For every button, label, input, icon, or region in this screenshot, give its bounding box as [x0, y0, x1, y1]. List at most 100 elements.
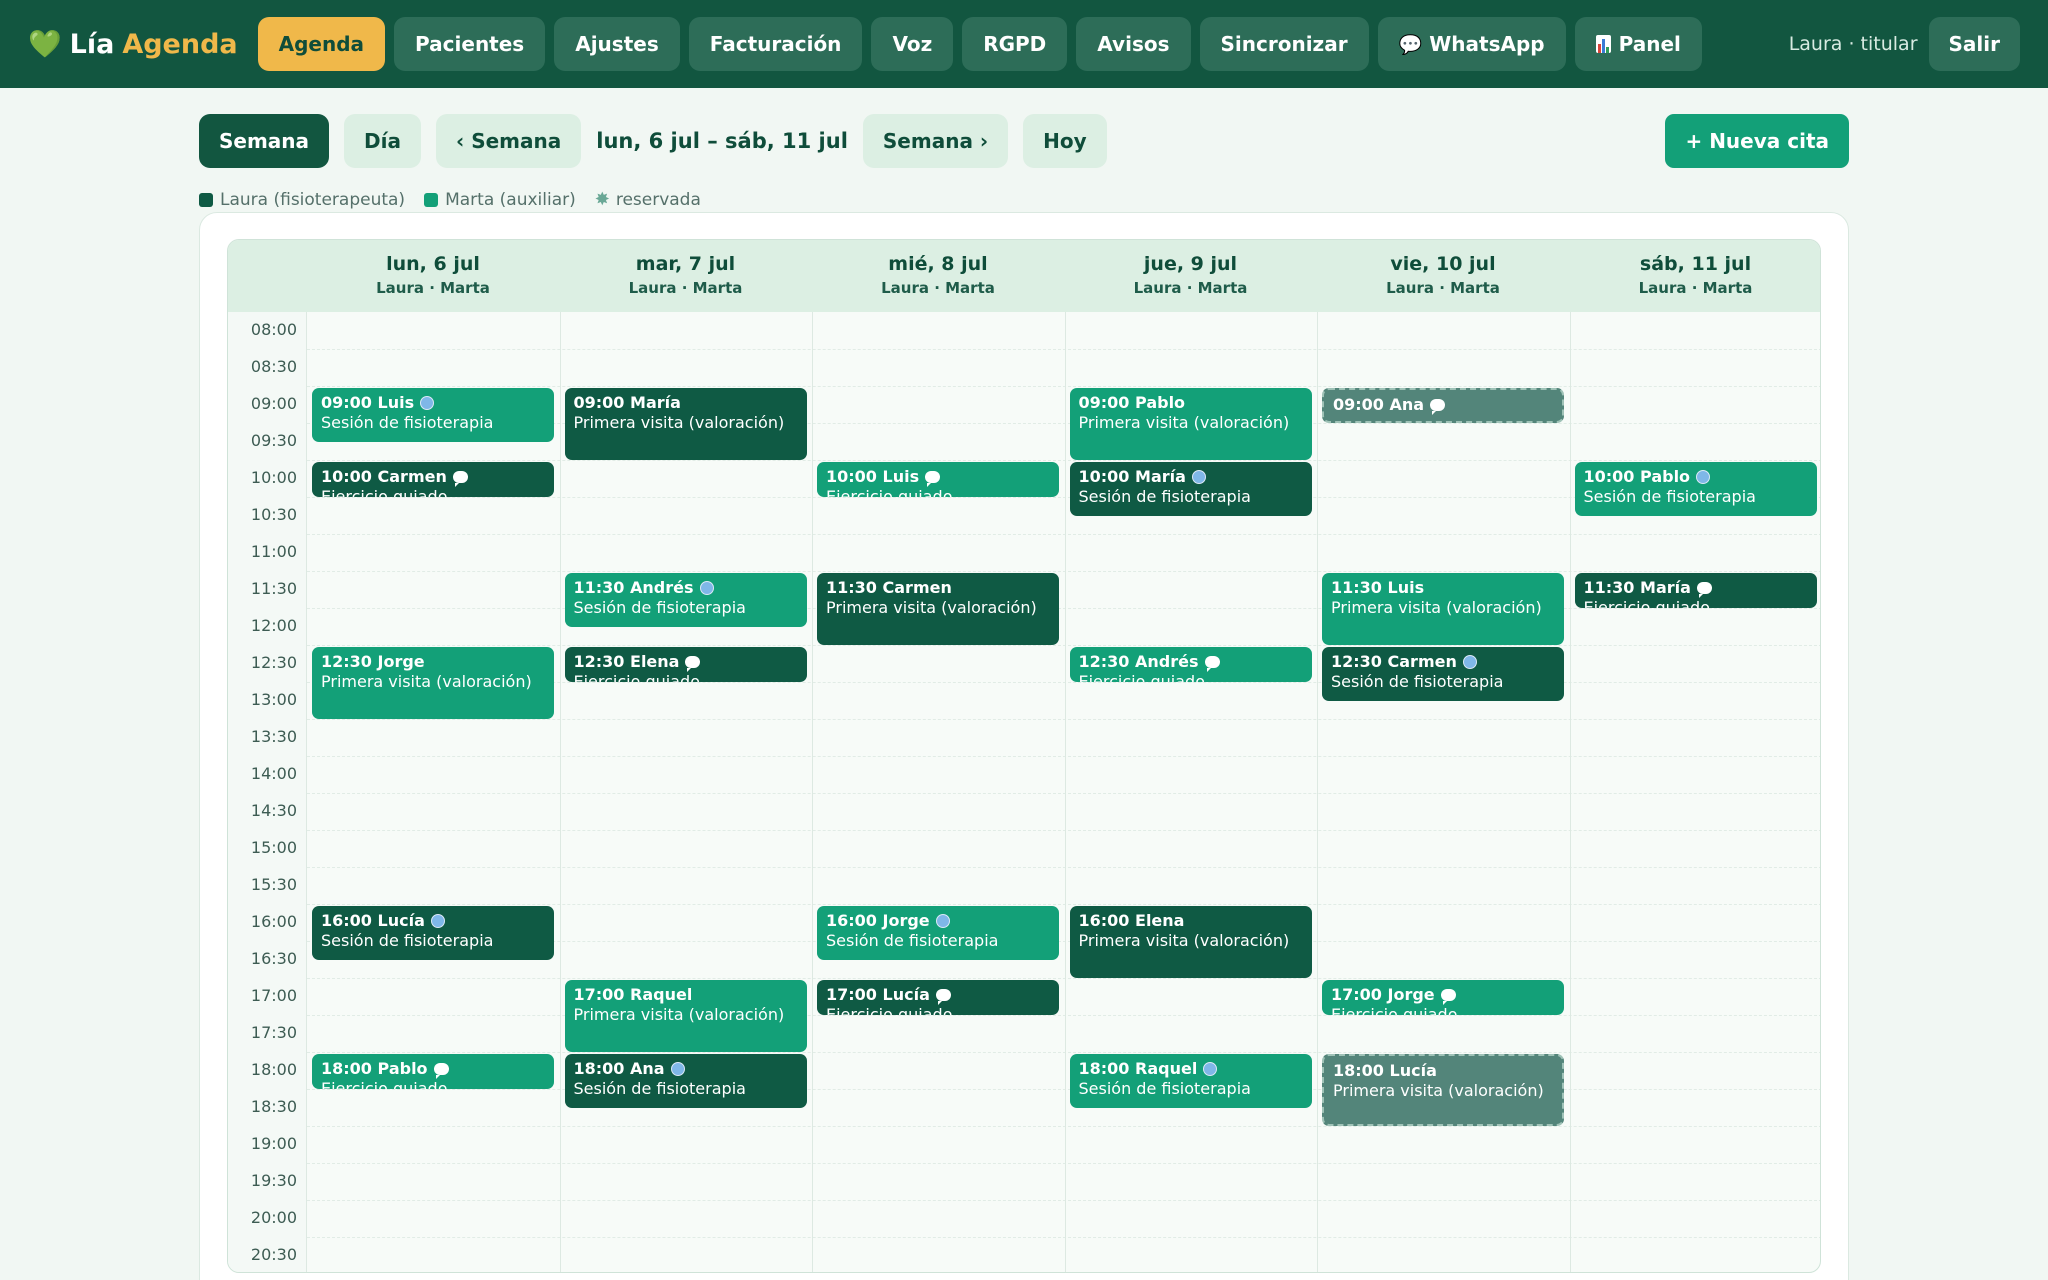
time-slot-label: 09:00	[250, 394, 297, 413]
nav-sincronizar-button[interactable]: Sincronizar	[1199, 17, 1369, 71]
day-staff: Laura · Marta	[376, 279, 490, 297]
appointment-block[interactable]: 16:00 Jorge Sesión de fisioterapia	[817, 906, 1059, 960]
legend-swatch-laura	[199, 192, 213, 207]
today-button[interactable]: Hoy	[1023, 114, 1107, 168]
view-week-button[interactable]: Semana	[199, 114, 330, 168]
day-name: jue, 9 jul	[1143, 253, 1238, 275]
view-day-button[interactable]: Día	[344, 114, 421, 168]
appointment-block[interactable]: 18:00 Ana Sesión de fisioterapia	[564, 1054, 807, 1108]
time-slot-label: 15:00	[250, 838, 297, 857]
day-staff: Laura · Marta	[628, 279, 743, 297]
appointment-time: 09:00	[321, 393, 372, 412]
appointment-type: Primera visita (valoración)	[573, 413, 785, 432]
appointment-block[interactable]: 11:30 Luis Primera visita (valoración)	[1322, 573, 1564, 645]
time-slot-label: 18:30	[250, 1097, 297, 1116]
appointment-block[interactable]: 12:30 Carmen Sesión de fisioterapia	[1322, 647, 1564, 701]
appointment-block[interactable]: 17:00 Raquel Primera visita (valoración)	[564, 980, 807, 1052]
appointment-header: 12:30 Andrés	[1079, 652, 1303, 672]
appointment-header: 16:00 Elena	[1079, 911, 1303, 930]
nav-whatsapp-button[interactable]: 💬 WhatsApp	[1377, 17, 1566, 71]
globe-icon	[1696, 469, 1711, 484]
appointment-header: 10:00 María	[1079, 467, 1303, 486]
nav-voz-button[interactable]: Voz	[871, 17, 954, 71]
appointment-type: Sesión de fisioterapia	[321, 931, 494, 950]
next-week-button[interactable]: Semana ›	[862, 114, 1009, 168]
new-appointment-button[interactable]: + Nueva cita	[1665, 114, 1849, 168]
time-slot-label: 17:30	[250, 1023, 297, 1042]
appointment-time: 12:30	[573, 652, 625, 671]
calendar-toolbar: Semana Día ‹ Semana lun, 6 jul – sáb, 11…	[199, 114, 1849, 168]
day-divider	[559, 312, 561, 1272]
appointment-block[interactable]: 10:00 Pablo Sesión de fisioterapia	[1574, 462, 1817, 516]
day-divider	[1569, 312, 1571, 1272]
appointment-block[interactable]: 17:00 Lucía Ejercicio guiado	[817, 980, 1059, 1015]
nav-label: Panel	[1618, 32, 1681, 56]
nav-facturacion-button[interactable]: Facturación	[688, 17, 863, 71]
appointment-patient: Pablo	[1640, 467, 1691, 486]
appointment-block[interactable]: 17:00 Jorge Ejercicio guiado	[1322, 980, 1564, 1015]
appointment-time: 18:00	[1333, 1061, 1384, 1080]
day-staff: Laura · Marta	[1133, 279, 1248, 297]
heart-icon: 💚	[28, 29, 62, 60]
top-bar: 💚 Lía Agenda Agenda Pacientes Ajustes Factu…	[0, 0, 2048, 88]
legend-label-marta: Marta (auxiliar)	[445, 189, 576, 210]
appointment-block[interactable]: 11:30 Andrés Sesión de fisioterapia	[564, 573, 807, 627]
nav-label: Facturación	[709, 32, 842, 56]
appointment-type: Primera visita (valoración)	[1331, 598, 1542, 617]
appointment-block[interactable]: 10:00 Luis Ejercicio guiado	[817, 462, 1059, 497]
appointment-time: 09:00	[1078, 393, 1130, 412]
appointment-block[interactable]: 18:00 Pablo Ejercicio guiado	[312, 1054, 554, 1089]
chat-icon	[452, 470, 468, 487]
logout-button[interactable]: Salir	[1928, 17, 2020, 71]
nav-ajustes-button[interactable]: Ajustes	[554, 17, 680, 71]
chat-icon	[1696, 581, 1712, 598]
appointment-time: 10:00	[321, 467, 372, 486]
appointment-header: 09:00 Ana	[1333, 395, 1553, 415]
appointment-patient: Pablo	[377, 1059, 428, 1078]
appointment-type: Sesión de fisioterapia	[1078, 487, 1251, 506]
appointment-block[interactable]: 12:30 Elena Ejercicio guiado	[564, 647, 807, 682]
appointment-block[interactable]: 10:00 Carmen Ejercicio guiado	[312, 462, 554, 497]
staff-legend: Laura (fisioterapeuta) Marta (auxiliar) …	[199, 189, 720, 210]
appointment-block[interactable]: 11:30 María Ejercicio guiado	[1574, 573, 1817, 608]
appointment-block[interactable]: 16:00 Elena Primera visita (valoración)	[1069, 906, 1312, 978]
appointment-patient: Luis	[882, 467, 920, 486]
appointment-block[interactable]: 09:00 Pablo Primera visita (valoración)	[1069, 388, 1312, 460]
appointment-block[interactable]: 09:00 Luis Sesión de fisioterapia	[312, 388, 554, 442]
day-name: lun, 6 jul	[386, 253, 480, 275]
appointment-block[interactable]: 16:00 Lucía Sesión de fisioterapia	[312, 906, 554, 960]
day-header: mié, 8 jul Laura · Marta	[812, 240, 1064, 312]
appointment-time: 10:00	[1583, 467, 1635, 486]
previous-week-button[interactable]: ‹ Semana	[436, 114, 582, 168]
appointment-block[interactable]: 11:30 Carmen Primera visita (valoración)	[817, 573, 1059, 645]
appointment-block[interactable]: 10:00 María Sesión de fisioterapia	[1069, 462, 1312, 516]
time-slot-label: 12:00	[250, 616, 297, 635]
appointment-patient: Andrés	[630, 578, 694, 597]
app-brand[interactable]: 💚 Lía Agenda	[28, 28, 238, 61]
nav-agenda-button[interactable]: Agenda	[257, 17, 386, 71]
appointment-header: 12:30 Elena	[573, 652, 798, 672]
nav-pacientes-button[interactable]: Pacientes	[394, 17, 546, 71]
appointment-time: 18:00	[1078, 1059, 1130, 1078]
nav-label: Agenda	[278, 32, 365, 56]
appointment-block[interactable]: 09:00 Ana	[1322, 388, 1564, 423]
day-name: sáb, 11 jul	[1639, 253, 1752, 275]
appointment-time: 12:30	[321, 652, 372, 671]
chat-icon	[925, 470, 941, 487]
day-name: vie, 10 jul	[1390, 253, 1496, 275]
nav-avisos-button[interactable]: Avisos	[1076, 17, 1191, 71]
appointment-block[interactable]: 18:00 Lucía Primera visita (valoración)	[1322, 1054, 1564, 1126]
chat-icon	[1440, 988, 1456, 1005]
nav-rgpd-button[interactable]: RGPD	[962, 17, 1068, 71]
appointment-patient: Luis	[1387, 578, 1425, 597]
appointment-type: Sesión de fisioterapia	[321, 413, 494, 432]
bar-chart-icon	[1595, 35, 1611, 53]
nav-panel-button[interactable]: Panel	[1574, 17, 1702, 71]
appointment-block[interactable]: 18:00 Raquel Sesión de fisioterapia	[1069, 1054, 1312, 1108]
appointment-block[interactable]: 12:30 Andrés Ejercicio guiado	[1069, 647, 1312, 682]
time-slot-label: 15:30	[250, 875, 297, 894]
appointment-patient: Andrés	[1135, 652, 1199, 671]
appointment-block[interactable]: 09:00 María Primera visita (valoración)	[564, 388, 807, 460]
appointment-type: Sesión de fisioterapia	[1078, 1079, 1251, 1098]
appointment-block[interactable]: 12:30 Jorge Primera visita (valoración)	[312, 647, 554, 719]
